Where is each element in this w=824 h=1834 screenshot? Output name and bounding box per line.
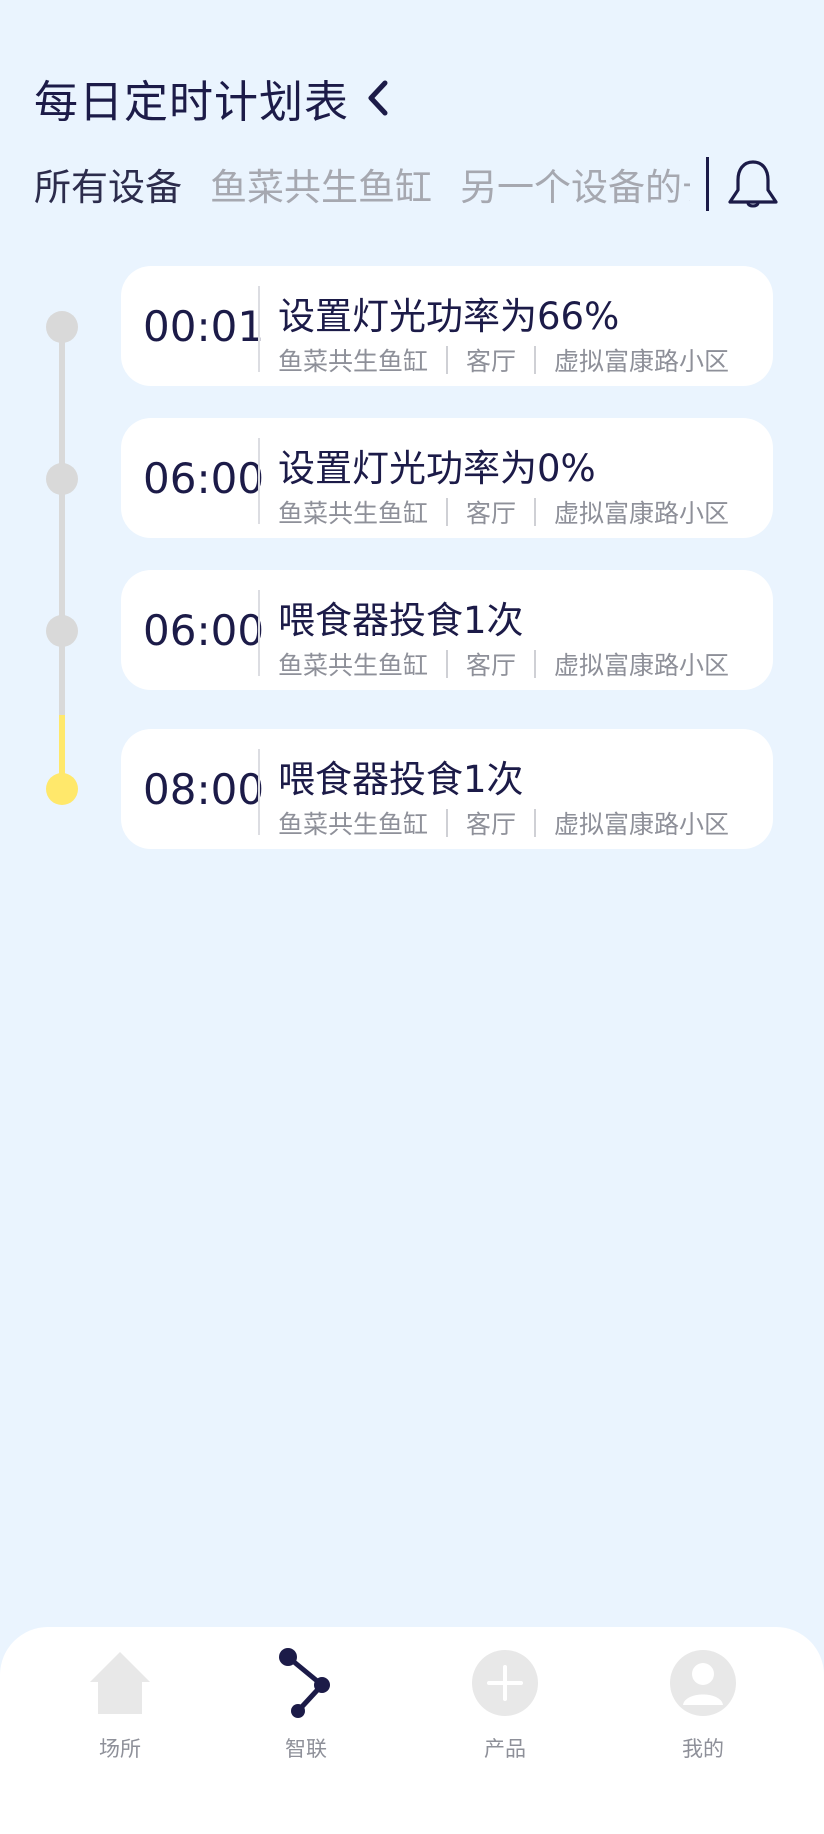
nav-label: 我的 [682,1737,724,1761]
app-screen: 每日定时计划表 所有设备 鱼菜共生鱼缸 另一个设备的长 00:01 设置灯光 [0,0,824,1834]
schedule-time: 08:00 [143,764,265,814]
schedule-time: 06:00 [143,605,265,655]
nav-item-smart-link[interactable]: 智联 [246,1647,366,1763]
schedule-room: 客厅 [466,651,517,680]
schedule-action: 设置灯光功率为66% [278,295,620,338]
schedule-device: 鱼菜共生鱼缸 [278,499,429,528]
schedule-place: 虚拟富康路小区 [554,347,730,376]
share-nodes-icon [270,1647,342,1719]
schedule-action: 设置灯光功率为0% [278,447,596,490]
schedule-room: 客厅 [466,347,517,376]
meta-divider [446,809,449,837]
card-divider [258,438,260,524]
schedule-device: 鱼菜共生鱼缸 [278,810,429,839]
schedule-room: 客厅 [466,499,517,528]
meta-divider [534,346,537,374]
timeline-dot [46,615,78,647]
meta-divider [446,498,449,526]
card-divider [258,749,260,835]
schedule-card[interactable]: 08:00 喂食器投食1次 鱼菜共生鱼缸 客厅 虚拟富康路小区 [121,729,773,849]
home-icon [84,1647,156,1719]
timeline-track-past [59,327,65,715]
timeline-dot [46,463,78,495]
schedule-device: 鱼菜共生鱼缸 [278,651,429,680]
meta-divider [534,498,537,526]
nav-label: 场所 [99,1737,141,1761]
schedule-timeline: 00:01 设置灯光功率为66% 鱼菜共生鱼缸 客厅 虚拟富康路小区 06:00… [0,0,824,900]
schedule-action: 喂食器投食1次 [278,599,524,642]
meta-divider [446,650,449,678]
user-icon [667,1647,739,1719]
card-divider [258,590,260,676]
card-divider [258,286,260,372]
schedule-meta: 鱼菜共生鱼缸 客厅 虚拟富康路小区 [278,805,729,841]
schedule-place: 虚拟富康路小区 [554,810,730,839]
timeline-dot-current [46,773,78,805]
meta-divider [446,346,449,374]
nav-item-me[interactable]: 我的 [643,1647,763,1763]
meta-divider [534,809,537,837]
schedule-action: 喂食器投食1次 [278,758,524,801]
nav-label: 智联 [285,1737,327,1761]
schedule-card[interactable]: 06:00 喂食器投食1次 鱼菜共生鱼缸 客厅 虚拟富康路小区 [121,570,773,690]
plus-circle-icon [469,1647,541,1719]
schedule-meta: 鱼菜共生鱼缸 客厅 虚拟富康路小区 [278,494,729,530]
schedule-time: 06:00 [143,453,265,503]
schedule-place: 虚拟富康路小区 [554,499,730,528]
nav-label: 产品 [484,1737,526,1761]
timeline-dot [46,311,78,343]
schedule-meta: 鱼菜共生鱼缸 客厅 虚拟富康路小区 [278,646,729,682]
schedule-time: 00:01 [143,301,265,351]
nav-item-products[interactable]: 产品 [445,1647,565,1763]
bottom-nav: 场所 智联 产品 我的 [0,1627,824,1834]
schedule-card[interactable]: 00:01 设置灯光功率为66% 鱼菜共生鱼缸 客厅 虚拟富康路小区 [121,266,773,386]
schedule-room: 客厅 [466,810,517,839]
schedule-device: 鱼菜共生鱼缸 [278,347,429,376]
meta-divider [534,650,537,678]
schedule-place: 虚拟富康路小区 [554,651,730,680]
schedule-meta: 鱼菜共生鱼缸 客厅 虚拟富康路小区 [278,342,729,378]
nav-item-places[interactable]: 场所 [60,1647,180,1763]
schedule-card[interactable]: 06:00 设置灯光功率为0% 鱼菜共生鱼缸 客厅 虚拟富康路小区 [121,418,773,538]
